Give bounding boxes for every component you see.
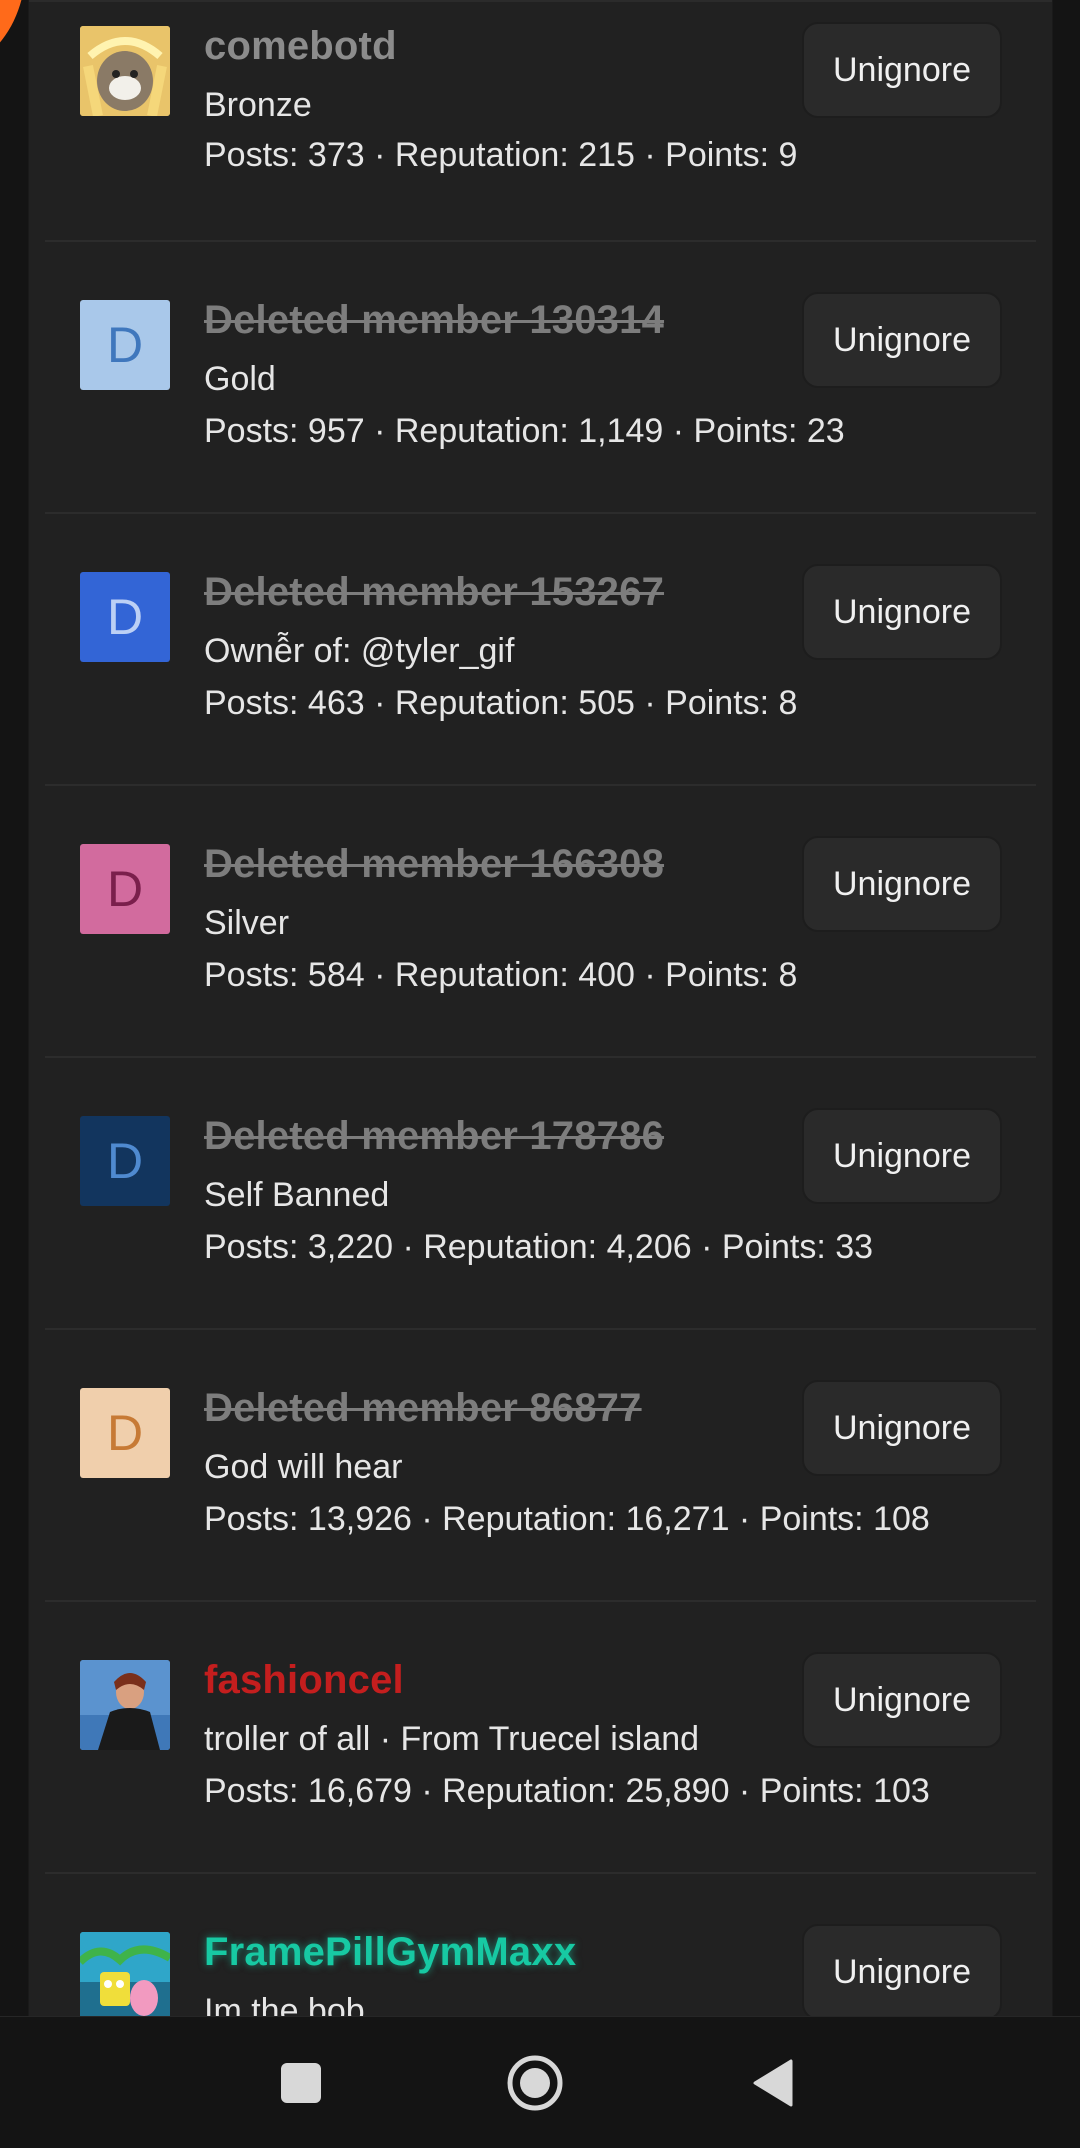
member-title: God will hear (204, 1448, 403, 1486)
screen: comebotd Bronze Posts: 373 · Reputation:… (0, 0, 1080, 2148)
unignore-button[interactable]: Unignore (802, 1380, 1002, 1476)
avatar[interactable]: D (80, 300, 170, 390)
unignore-button[interactable]: Unignore (802, 1924, 1002, 2016)
square-icon[interactable] (271, 2053, 331, 2113)
member-stats: Posts: 16,679 · Reputation: 25,890 · Poi… (204, 1772, 930, 1810)
list-item: comebotd Bronze Posts: 373 · Reputation:… (45, 0, 1036, 242)
avatar[interactable]: D (80, 844, 170, 934)
member-stats: Posts: 957 · Reputation: 1,149 · Points:… (204, 412, 845, 450)
member-name[interactable]: Deleted member 153267 (204, 570, 664, 615)
avatar[interactable] (80, 1932, 170, 2016)
member-title: Gold (204, 360, 276, 398)
unignore-button[interactable]: Unignore (802, 1108, 1002, 1204)
ignored-members-panel: comebotd Bronze Posts: 373 · Reputation:… (28, 0, 1053, 2016)
unignore-button[interactable]: Unignore (802, 22, 1002, 118)
unignore-button[interactable]: Unignore (802, 1652, 1002, 1748)
sponge-avatar-icon (80, 1932, 170, 2016)
back-triangle-icon[interactable] (743, 2053, 803, 2113)
circle-icon[interactable] (505, 2053, 565, 2113)
member-name[interactable]: fashioncel (204, 1658, 404, 1703)
list-item: D Deleted member 130314 Gold Posts: 957 … (45, 242, 1036, 514)
list-item: D Deleted member 153267 Ownễr of: @tyler… (45, 514, 1036, 786)
member-title: Ownễr of: @tyler_gif (204, 632, 515, 670)
list-item: D Deleted member 178786 Self Banned Post… (45, 1058, 1036, 1330)
member-stats: Posts: 584 · Reputation: 400 · Points: 8 (204, 956, 798, 994)
member-name[interactable]: Deleted member 178786 (204, 1114, 664, 1159)
avatar[interactable]: D (80, 1388, 170, 1478)
avatar[interactable] (80, 26, 170, 116)
member-title: troller of all · From Truecel island (204, 1720, 700, 1758)
avatar[interactable]: D (80, 572, 170, 662)
member-name[interactable]: Deleted member 86877 (204, 1386, 642, 1431)
member-name[interactable]: Deleted member 130314 (204, 298, 664, 343)
member-stats: Posts: 13,926 · Reputation: 16,271 · Poi… (204, 1500, 930, 1538)
member-stats: Posts: 463 · Reputation: 505 · Points: 8 (204, 684, 798, 722)
person-avatar-icon (80, 1660, 170, 1750)
member-name[interactable]: comebotd (204, 24, 397, 69)
list-item: D Deleted member 86877 God will hear Pos… (45, 1330, 1036, 1602)
system-navigation-bar (0, 2016, 1080, 2148)
unignore-button[interactable]: Unignore (802, 292, 1002, 388)
member-title: Self Banned (204, 1176, 390, 1214)
avatar[interactable]: D (80, 1116, 170, 1206)
member-stats: Posts: 3,220 · Reputation: 4,206 · Point… (204, 1228, 874, 1266)
member-name[interactable]: FramePillGymMaxx (204, 1930, 576, 1975)
list-item: FramePillGymMaxx Im the bob Unignore (45, 1874, 1036, 2016)
member-title: Im the bob (204, 1992, 365, 2016)
unignore-button[interactable]: Unignore (802, 836, 1002, 932)
cat-avatar-icon (80, 26, 170, 116)
ignored-members-list: comebotd Bronze Posts: 373 · Reputation:… (45, 0, 1036, 2016)
member-title: Silver (204, 904, 290, 942)
member-stats: Posts: 373 · Reputation: 215 · Points: 9 (204, 136, 798, 174)
avatar[interactable] (80, 1660, 170, 1750)
list-item: D Deleted member 166308 Silver Posts: 58… (45, 786, 1036, 1058)
list-item: fashioncel troller of all · From Truecel… (45, 1602, 1036, 1874)
member-title: Bronze (204, 86, 312, 124)
unignore-button[interactable]: Unignore (802, 564, 1002, 660)
member-name[interactable]: Deleted member 166308 (204, 842, 664, 887)
